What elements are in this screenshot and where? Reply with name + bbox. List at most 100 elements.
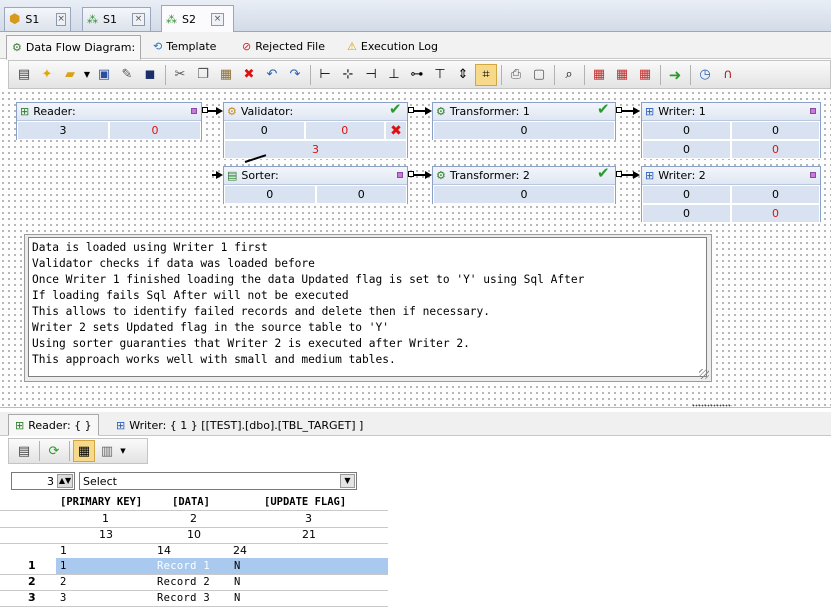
writer-1-node[interactable]: ⊞ Writer: 1 0 0 0 0 <box>641 102 821 159</box>
close-icon[interactable]: × <box>210 12 224 26</box>
check-icon: ✔ <box>597 100 610 118</box>
save-icon[interactable]: ▣ <box>93 64 115 86</box>
redo-icon[interactable]: ↷ <box>284 64 306 86</box>
align-middle-icon[interactable]: ⊶ <box>406 64 428 86</box>
writer-1-count-error: 0 <box>731 140 820 159</box>
chevron-down-icon[interactable]: ▼ <box>340 474 355 488</box>
close-icon[interactable]: × <box>56 13 66 26</box>
table-row[interactable]: 1 1 Record 1 N <box>0 558 388 574</box>
output-port[interactable] <box>810 108 816 114</box>
export-icon[interactable]: ▥ <box>96 440 118 462</box>
align-right-icon[interactable]: ⊣ <box>360 64 382 86</box>
output-port[interactable] <box>397 172 403 178</box>
validator-node[interactable]: ⚙ Validator: 0 0 ✖ 3 <box>223 102 408 159</box>
tree-icon: ⁂ <box>166 12 177 26</box>
grid-cell[interactable]: Record 2 <box>157 574 210 590</box>
doc-tab-s2[interactable]: ⁂ S2 × <box>161 5 234 32</box>
grid-cell[interactable]: 1 <box>60 558 67 574</box>
grid-cell[interactable]: N <box>234 574 241 590</box>
snap-to-grid-icon[interactable]: ⌗ <box>475 63 497 86</box>
align-bottom-icon[interactable]: ⊥ <box>383 64 405 86</box>
dropdown-arrow-icon[interactable]: ▼ <box>82 64 92 86</box>
edit-icon[interactable]: ✎ <box>116 64 138 86</box>
align-top-icon[interactable]: ⊤ <box>429 64 451 86</box>
grid-cell[interactable]: 2 <box>60 574 67 590</box>
diagram-canvas[interactable]: ⊞ Reader: 3 0 ⚙ Validator: 0 0 ✖ 3 ✔ ⚙ T… <box>0 90 831 408</box>
delete-icon[interactable]: ✖ <box>238 64 260 86</box>
database-save-icon[interactable]: ◼ <box>139 64 161 86</box>
paste-icon[interactable]: ▦ <box>215 64 237 86</box>
tab-writer-result[interactable]: ⊞ Writer: { 1 } [[TEST].[dbo].[TBL_TARGE… <box>110 414 369 436</box>
grid-cell[interactable]: Record 1 <box>157 558 210 574</box>
notes-panel[interactable]: Data is loaded using Writer 1 first Valid… <box>24 234 712 382</box>
notes-textarea[interactable]: Data is loaded using Writer 1 first Valid… <box>28 237 707 377</box>
grid-cell[interactable]: N <box>234 590 241 606</box>
grid-header-row: [PRIMARY KEY] [DATA] [UPDATE FLAG] <box>0 494 388 510</box>
grid-cell: 3 <box>305 512 312 525</box>
splitter-handle[interactable] <box>692 404 732 407</box>
undo-icon[interactable]: ↶ <box>261 64 283 86</box>
column-header[interactable]: [DATA] <box>172 494 210 510</box>
tab-reader-result[interactable]: ⊞ Reader: { } <box>8 414 99 436</box>
grid-cell[interactable]: Record 3 <box>157 590 210 606</box>
note-line: Data is loaded using Writer 1 first <box>32 241 268 254</box>
grid-cell: 21 <box>302 528 316 541</box>
view-tab-bar: ⚙ Data Flow Diagram: ⟲ Template ⊘ Reject… <box>0 32 831 60</box>
tree-icon: ⁂ <box>87 13 98 26</box>
table-row[interactable]: 3 3 Record 3 N <box>0 590 388 606</box>
schedule-icon[interactable]: ▦ <box>588 64 610 86</box>
transformer-1-node[interactable]: ⚙ Transformer: 1 0 <box>432 102 616 140</box>
check-icon: ✔ <box>389 100 402 118</box>
print-icon[interactable]: ⎙ <box>505 64 527 86</box>
open-icon[interactable]: ▰ <box>59 64 81 86</box>
grid-cell: 13 <box>99 528 113 541</box>
reader-count-read: 3 <box>17 121 109 140</box>
magnet-icon[interactable]: ∩ <box>717 64 739 86</box>
doc-tab-label: S2 <box>182 12 196 26</box>
close-icon[interactable]: × <box>131 13 145 26</box>
output-port[interactable] <box>191 108 197 114</box>
tab-rejected-file[interactable]: ⊘ Rejected File <box>237 35 330 57</box>
resize-grip-icon[interactable] <box>699 369 709 379</box>
align-center-icon[interactable]: ⊹ <box>337 64 359 86</box>
column-header[interactable]: [PRIMARY KEY] <box>60 494 142 510</box>
refresh-icon[interactable]: ⟳ <box>43 440 65 462</box>
align-left-icon[interactable]: ⊢ <box>314 64 336 86</box>
reject-icon[interactable]: ✖ <box>385 121 407 140</box>
transformer-2-node[interactable]: ⚙ Transformer: 2 0 <box>432 166 616 204</box>
writer-2-count-b: 0 <box>731 185 820 204</box>
print-preview-icon[interactable]: ▢ <box>528 64 550 86</box>
output-port[interactable] <box>810 172 816 178</box>
properties-icon[interactable]: ▤ <box>13 64 35 86</box>
grid-cell: 1 <box>60 544 67 557</box>
reader-node[interactable]: ⊞ Reader: 3 0 <box>16 102 202 140</box>
grid-cell[interactable]: N <box>234 558 241 574</box>
grid-view-icon[interactable]: ▦ <box>73 440 95 462</box>
schedule-add-icon[interactable]: ▦ <box>611 64 633 86</box>
tab-template[interactable]: ⟲ Template <box>148 35 221 57</box>
same-height-icon[interactable]: ⇕ <box>452 64 474 86</box>
doc-tab-s1-tree[interactable]: ⁂ S1 × <box>82 7 151 31</box>
schedule-edit-icon[interactable]: ▦ <box>634 64 656 86</box>
writer-2-node[interactable]: ⊞ Writer: 2 0 0 0 0 <box>641 166 821 223</box>
new-icon[interactable]: ✦ <box>36 64 58 86</box>
grid-cell[interactable]: 3 <box>60 590 67 606</box>
sorter-node[interactable]: ▤ Sorter: 0 0 <box>223 166 408 204</box>
clock-icon[interactable]: ◷ <box>694 64 716 86</box>
doc-tab-s1-cube[interactable]: ⬢ S1 × <box>4 7 71 31</box>
run-icon[interactable]: ➜ <box>664 64 686 86</box>
copy-icon[interactable]: ❐ <box>192 64 214 86</box>
tab-execution-log[interactable]: ⚠ Execution Log <box>342 35 443 57</box>
table-row[interactable]: 2 2 Record 2 N <box>0 574 388 590</box>
tab-label: Rejected File <box>255 39 325 53</box>
cut-icon[interactable]: ✂ <box>169 64 191 86</box>
spinner-icon[interactable]: ▲▼ <box>57 474 73 488</box>
find-icon[interactable]: ⌕ <box>558 64 580 86</box>
tab-data-flow-diagram[interactable]: ⚙ Data Flow Diagram: <box>6 35 142 60</box>
arrow-icon <box>216 107 223 115</box>
properties-icon[interactable]: ▤ <box>13 440 35 462</box>
column-header[interactable]: [UPDATE FLAG] <box>264 494 346 510</box>
dropdown-arrow-icon[interactable]: ▼ <box>119 440 127 462</box>
column-select[interactable]: Select ▼ <box>79 472 357 490</box>
row-count-stepper[interactable]: 3 ▲▼ <box>11 472 75 490</box>
